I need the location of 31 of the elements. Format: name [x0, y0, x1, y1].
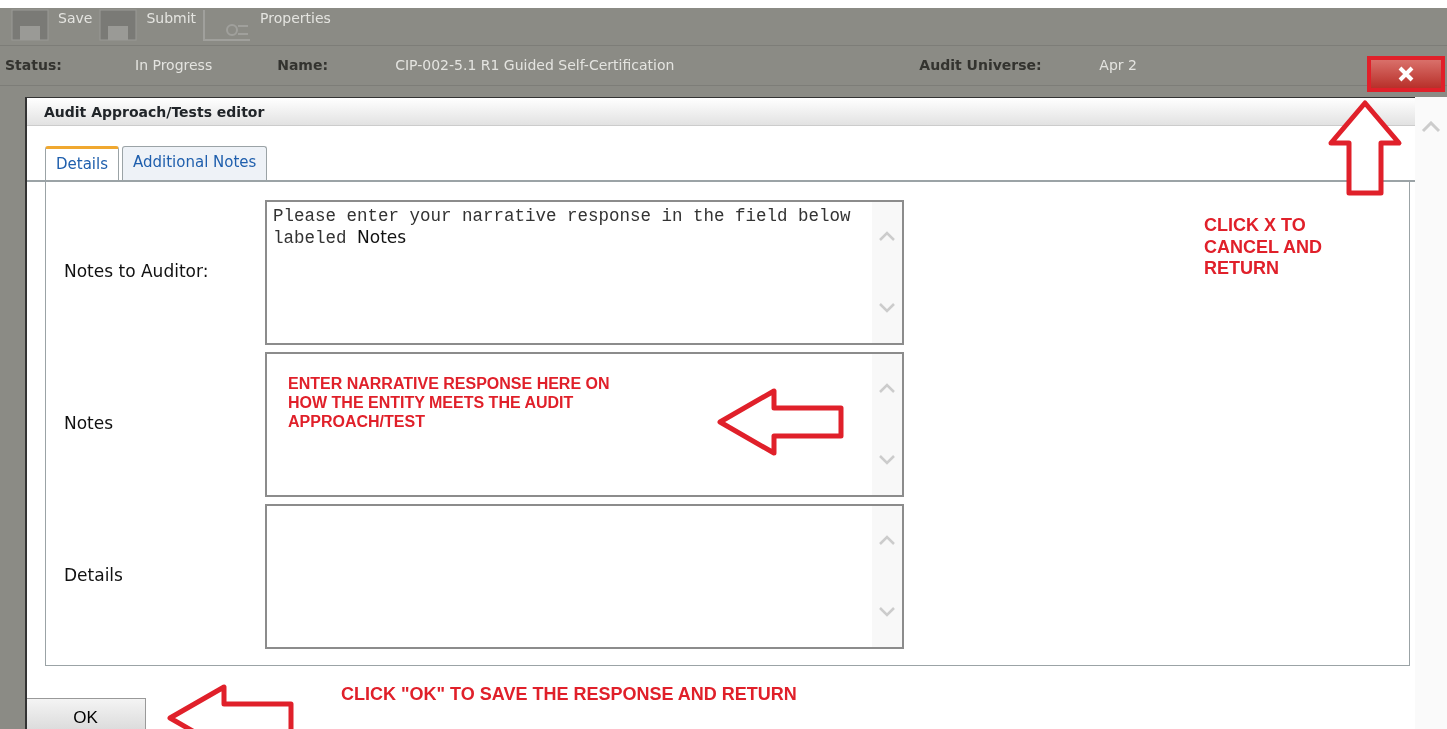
field-label: Details	[63, 564, 124, 588]
scroll-up-icon[interactable]	[878, 535, 896, 547]
field-value: CIP-002-5.1 R1 Guided Self-Certification	[395, 56, 675, 75]
text-area[interactable]: ENTER NARRATIVE RESPONSE HERE ON HOW THE ENTITY MEETS THE AUDIT APPROACH/TEST	[265, 351, 904, 497]
field-value: In Progress	[135, 56, 213, 75]
field-value: Apr 2	[1099, 56, 1137, 75]
field-label: Name:	[277, 56, 330, 75]
scroll-down-icon[interactable]	[878, 301, 896, 313]
field-label: Status:	[5, 56, 63, 75]
scroll-up-icon[interactable]	[1421, 121, 1441, 133]
field-label: Audit Universe:	[919, 56, 1043, 75]
text-area[interactable]: Please enter your narrative response in the field below labeled Notes	[265, 199, 904, 345]
annotation-text: CLICK "OK" TO SAVE THE RESPONSE AND RETURN	[341, 683, 797, 706]
annotation-arrow-icon	[716, 387, 846, 456]
dialog-title: Audit Approach/Tests editor	[27, 98, 1415, 126]
scroll-up-icon[interactable]	[878, 231, 896, 243]
close-button[interactable]	[1367, 56, 1445, 92]
ok-button[interactable]: OK	[27, 697, 146, 729]
annotation-text: ENTER NARRATIVE RESPONSE HERE ON HOW THE ENTITY MEETS THE AUDIT APPROACH/TEST	[288, 373, 611, 432]
properties-icon[interactable]	[202, 8, 253, 42]
field-label: Notes	[63, 412, 115, 436]
field-text: Please enter your narrative response in the field below labeled Notes	[273, 205, 852, 249]
close-icon	[1397, 66, 1415, 83]
tab[interactable]: Additional Notes	[122, 146, 268, 180]
scroll-down-icon[interactable]	[878, 453, 896, 465]
text-area[interactable]	[265, 503, 904, 649]
scroll-up-icon[interactable]	[878, 383, 896, 395]
field-label: Notes to Auditor:	[63, 260, 210, 284]
scroll-down-icon[interactable]	[878, 605, 896, 617]
annotation-text: CLICK X TO CANCEL AND RETURN	[1204, 215, 1323, 280]
tab[interactable]: Details	[45, 146, 119, 180]
